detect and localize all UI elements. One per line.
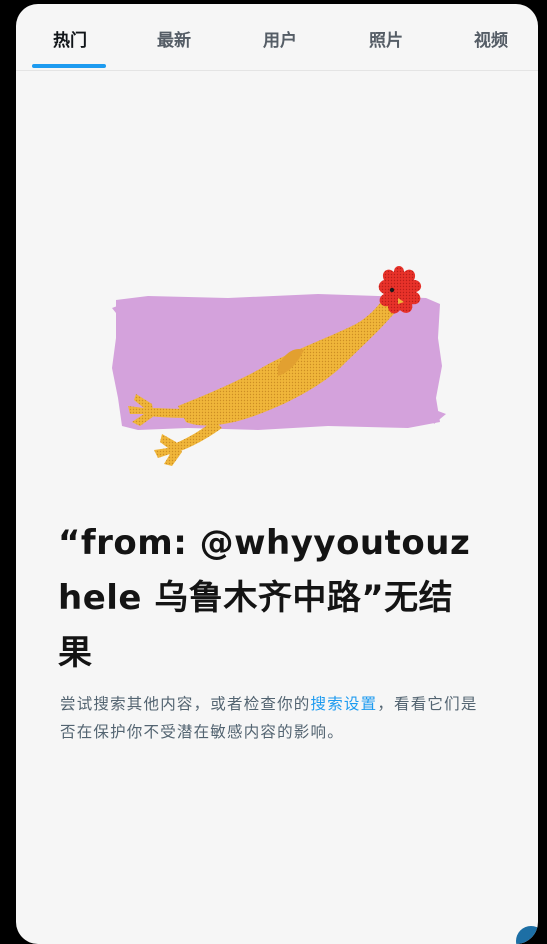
no-results-description: 尝试搜索其他内容，或者检查你的搜索设置，看看它们是否在保护你不受潜在敏感内容的影… [60, 690, 480, 746]
tab-photos[interactable]: 照片 [369, 26, 403, 51]
no-results-headline: “from: @whyyoutouzhele 乌鲁木齐中路”无结果 [58, 523, 471, 673]
active-tab-indicator [32, 64, 106, 68]
description-text-start: 尝试搜索其他内容，或者检查你的 [60, 695, 311, 713]
tab-latest[interactable]: 最新 [157, 26, 191, 51]
tab-videos[interactable]: 视频 [474, 26, 508, 51]
rubber-chicken-illustration [112, 266, 446, 466]
tab-people[interactable]: 用户 [263, 26, 297, 51]
floating-action-button[interactable] [516, 926, 538, 944]
search-results-screen: 热门 最新 用户 照片 视频 “from: @whyyoutouzhele 乌鲁… [16, 4, 538, 944]
search-settings-link[interactable]: 搜索设置 [311, 695, 378, 713]
tab-top[interactable]: 热门 [53, 26, 87, 51]
search-tabs: 热门 最新 用户 照片 视频 [16, 4, 538, 71]
